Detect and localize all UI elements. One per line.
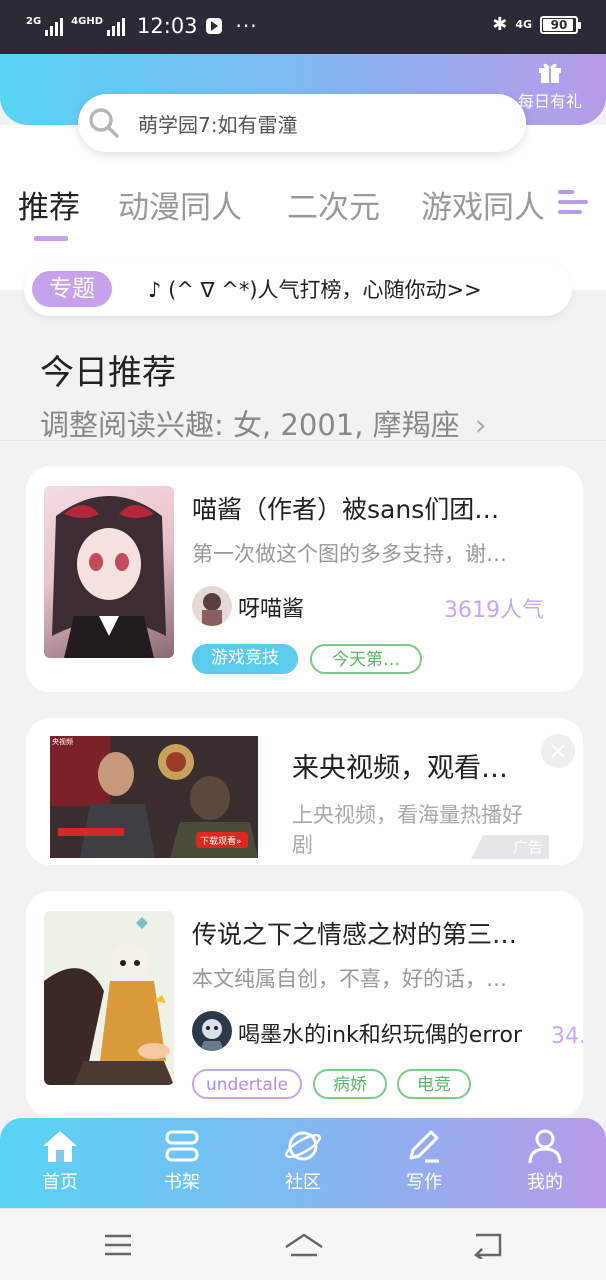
nav-community[interactable]: 社区 [263, 1128, 343, 1194]
tab-anime-fan[interactable]: 动漫同人 [118, 182, 242, 227]
ad-title: 来央视频，观看… [292, 753, 508, 784]
story-description: 第一次做这个图的多多支持，谢… [192, 542, 507, 566]
nav-home-label: 首页 [42, 1172, 78, 1193]
story-title: 传说之下之情感之树的第三… [192, 920, 518, 949]
battery-icon: 90 [540, 15, 581, 34]
nav-home[interactable]: 首页 [20, 1128, 100, 1194]
bookshelf-icon [165, 1130, 199, 1162]
home-icon [43, 1131, 77, 1162]
divider [0, 440, 606, 441]
signal-2-label: 4GHD [71, 16, 104, 27]
user-icon [528, 1129, 562, 1164]
author-avatar[interactable] [192, 1011, 232, 1051]
signal-2g-icon: 2G [26, 16, 64, 36]
tag-game[interactable]: 游戏竞技 [192, 644, 298, 674]
ad-image: 下载观看» 央视频 [50, 736, 258, 858]
section-title: 今日推荐 [40, 353, 176, 393]
ad-image-logo: 央视频 [52, 737, 73, 746]
ad-label: 广告 [471, 835, 549, 859]
tab-game-fan[interactable]: 游戏同人 [421, 182, 545, 227]
story-description: 本文纯属自创，不喜，好的话，… [192, 967, 507, 991]
daily-gift-button[interactable]: 每日有礼 [510, 60, 590, 112]
story-card[interactable]: 传说之下之情感之树的第三… 本文纯属自创，不喜，好的话，… 喝墨水的ink和织玩… [26, 891, 583, 1117]
pen-icon [409, 1130, 439, 1163]
reading-interest-link[interactable]: 调整阅读兴趣: 女, 2001, 摩羯座 › [40, 402, 487, 444]
close-icon[interactable] [541, 734, 575, 768]
screen-record-icon [205, 18, 222, 34]
nav-bookshelf-label: 书架 [164, 1172, 200, 1193]
ad-image-caption: 下载观看» [200, 835, 242, 847]
system-navigation-bar [0, 1208, 606, 1280]
tag-yandere[interactable]: 病娇 [313, 1069, 387, 1099]
signal-4g-icon: 4GHD [71, 16, 126, 36]
bluetooth-icon: ✱ [492, 14, 508, 35]
popularity-count: 34.3万 [551, 1024, 583, 1049]
search-placeholder: 萌学园7:如有雷潼 [138, 112, 298, 137]
reading-interest-label: 调整阅读兴趣: 女, 2001, 摩羯座 [40, 408, 460, 442]
nav-write[interactable]: 写作 [384, 1128, 464, 1194]
more-notifications-icon: ··· [235, 14, 258, 38]
tab-menu-icon[interactable] [552, 184, 606, 224]
nav-profile[interactable]: 我的 [505, 1128, 585, 1194]
ad-card[interactable]: 下载观看» 央视频 来央视频，观看… 上央视频，看海量热播好剧 广告 [26, 718, 583, 865]
tab-active-indicator [34, 236, 68, 241]
menu-icon[interactable] [103, 1233, 133, 1257]
nav-profile-label: 我的 [527, 1172, 563, 1193]
nav-bookshelf[interactable]: 书架 [142, 1128, 222, 1194]
network-type: 4G [515, 18, 532, 31]
author-name[interactable]: 喝墨水的ink和织玩偶的error [238, 1017, 522, 1049]
signal-1-label: 2G [26, 16, 42, 27]
chevron-right-icon: › [474, 408, 487, 442]
tag-rank[interactable]: 今天第… [310, 644, 422, 674]
author-avatar[interactable] [192, 586, 232, 626]
story-cover-image [44, 911, 174, 1085]
story-cover-image [44, 486, 174, 658]
search-icon [88, 107, 120, 139]
home-button-icon[interactable] [283, 1231, 325, 1259]
author-name[interactable]: 呀喵酱 [238, 591, 304, 623]
topic-banner[interactable]: 专题 ♪ (^ ∇ ^*)人气打榜，心随你动>> [24, 262, 572, 316]
nav-write-label: 写作 [406, 1172, 442, 1193]
planet-icon [285, 1131, 321, 1161]
tab-acg[interactable]: 二次元 [287, 182, 380, 227]
category-tabs: 推荐 动漫同人 二次元 游戏同人 [0, 178, 606, 234]
story-card[interactable]: 喵酱（作者）被sans们团… 第一次做这个图的多多支持，谢… 呀喵酱 3619人… [26, 466, 583, 692]
status-bar: 2G 4GHD 12:03 ··· ✱ 4G 90 [0, 0, 606, 54]
search-input[interactable]: 萌学园7:如有雷潼 [78, 94, 526, 152]
topic-badge: 专题 [32, 271, 112, 307]
popularity-count: 3619人气 [444, 598, 544, 623]
clock: 12:03 [137, 14, 198, 38]
gift-icon [539, 63, 561, 83]
nav-community-label: 社区 [285, 1172, 321, 1193]
battery-level: 90 [550, 17, 568, 32]
story-title: 喵酱（作者）被sans们团… [192, 495, 500, 524]
bottom-navigation: 首页 书架 社区 写作 我的 [0, 1118, 606, 1208]
topic-text: ♪ (^ ∇ ^*)人气打榜，心随你动>> [148, 278, 482, 302]
tab-indicator-strip [0, 236, 606, 248]
back-icon[interactable] [472, 1231, 504, 1259]
tab-recommend[interactable]: 推荐 [18, 182, 80, 227]
tag-undertale[interactable]: undertale [192, 1069, 302, 1099]
tag-esports[interactable]: 电竞 [397, 1069, 471, 1099]
